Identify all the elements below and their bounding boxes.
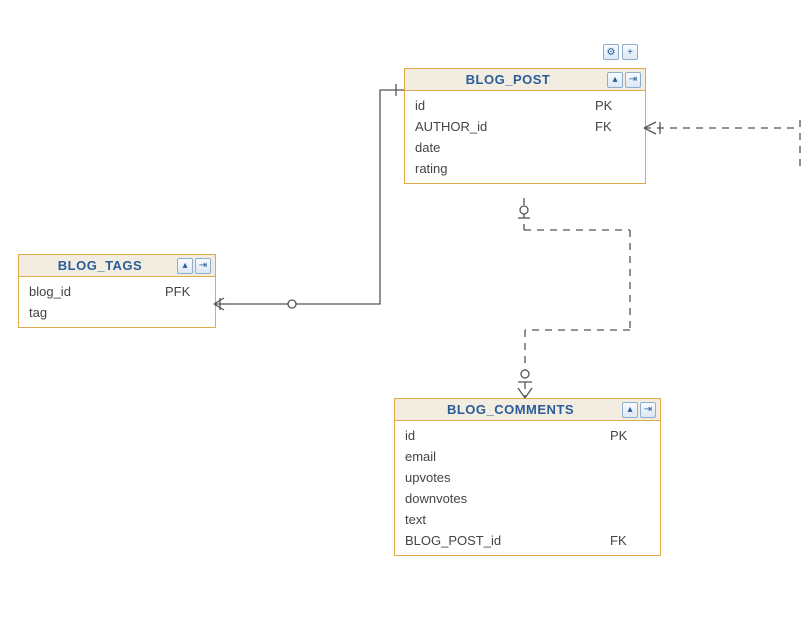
col-key bbox=[610, 470, 650, 485]
col-key: PK bbox=[595, 98, 635, 113]
col-key bbox=[610, 491, 650, 506]
col-name: rating bbox=[415, 161, 595, 176]
table-row: email bbox=[395, 446, 660, 467]
col-name: tag bbox=[29, 305, 165, 320]
col-key bbox=[595, 161, 635, 176]
col-key: FK bbox=[595, 119, 635, 134]
entity-header-blog-tags[interactable]: BLOG_TAGS ▴ ⇥ bbox=[19, 255, 215, 277]
expand-icon[interactable]: ⇥ bbox=[640, 402, 656, 418]
col-key bbox=[165, 305, 205, 320]
col-key bbox=[610, 449, 650, 464]
entity-body: blog_id PFK tag bbox=[19, 277, 215, 327]
floating-toolbar: ⚙ + bbox=[603, 44, 638, 60]
entity-blog-comments[interactable]: BLOG_COMMENTS ▴ ⇥ id PK email upvotes do… bbox=[394, 398, 661, 556]
table-row: id PK bbox=[405, 95, 645, 116]
col-name: id bbox=[415, 98, 595, 113]
expand-icon[interactable]: ⇥ bbox=[625, 72, 641, 88]
entity-blog-post[interactable]: BLOG_POST ▴ ⇥ id PK AUTHOR_id FK date ra… bbox=[404, 68, 646, 184]
entity-header-blog-post[interactable]: BLOG_POST ▴ ⇥ bbox=[405, 69, 645, 91]
col-key bbox=[595, 140, 635, 155]
entity-title: BLOG_TAGS bbox=[23, 258, 177, 273]
table-row: AUTHOR_id FK bbox=[405, 116, 645, 137]
table-row: date bbox=[405, 137, 645, 158]
table-row: tag bbox=[19, 302, 215, 323]
col-name: date bbox=[415, 140, 595, 155]
col-key: PK bbox=[610, 428, 650, 443]
entity-body: id PK email upvotes downvotes text BLOG_… bbox=[395, 421, 660, 555]
col-name: BLOG_POST_id bbox=[405, 533, 610, 548]
collapse-icon[interactable]: ▴ bbox=[622, 402, 638, 418]
entity-header-blog-comments[interactable]: BLOG_COMMENTS ▴ ⇥ bbox=[395, 399, 660, 421]
entity-blog-tags[interactable]: BLOG_TAGS ▴ ⇥ blog_id PFK tag bbox=[18, 254, 216, 328]
table-row: text bbox=[395, 509, 660, 530]
col-name: email bbox=[405, 449, 610, 464]
expand-icon[interactable]: ⇥ bbox=[195, 258, 211, 274]
table-row: id PK bbox=[395, 425, 660, 446]
entity-body: id PK AUTHOR_id FK date rating bbox=[405, 91, 645, 183]
header-icons: ▴ ⇥ bbox=[607, 72, 641, 88]
col-name: text bbox=[405, 512, 610, 527]
table-row: upvotes bbox=[395, 467, 660, 488]
header-icons: ▴ ⇥ bbox=[622, 402, 656, 418]
table-row: rating bbox=[405, 158, 645, 179]
col-name: downvotes bbox=[405, 491, 610, 506]
table-row: blog_id PFK bbox=[19, 281, 215, 302]
collapse-icon[interactable]: ▴ bbox=[607, 72, 623, 88]
col-name: id bbox=[405, 428, 610, 443]
collapse-icon[interactable]: ▴ bbox=[177, 258, 193, 274]
erd-canvas: { "toolbar": { "gear": "⚙", "plus": "+",… bbox=[0, 0, 807, 625]
col-name: AUTHOR_id bbox=[415, 119, 595, 134]
col-name: blog_id bbox=[29, 284, 165, 299]
header-icons: ▴ ⇥ bbox=[177, 258, 211, 274]
table-row: downvotes bbox=[395, 488, 660, 509]
entity-title: BLOG_COMMENTS bbox=[399, 402, 622, 417]
col-key bbox=[610, 512, 650, 527]
col-key: PFK bbox=[165, 284, 205, 299]
gear-icon[interactable]: ⚙ bbox=[603, 44, 619, 60]
plus-icon[interactable]: + bbox=[622, 44, 638, 60]
col-key: FK bbox=[610, 533, 650, 548]
col-name: upvotes bbox=[405, 470, 610, 485]
entity-title: BLOG_POST bbox=[409, 72, 607, 87]
table-row: BLOG_POST_id FK bbox=[395, 530, 660, 551]
